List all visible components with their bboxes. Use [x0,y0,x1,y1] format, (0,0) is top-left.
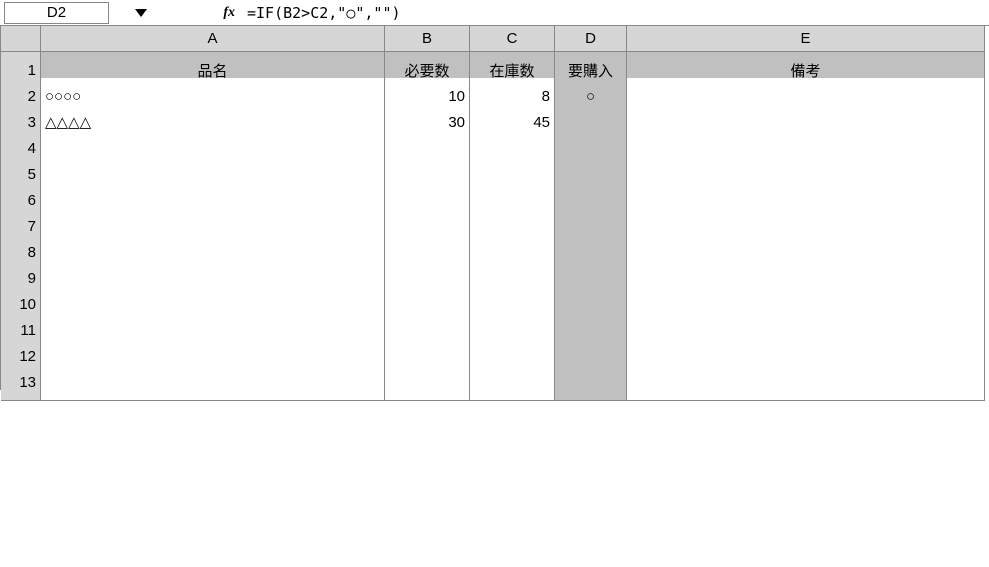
spreadsheet-grid: A B C D E 1 品名 必要数 在庫数 要購入 備考 2 ○○○○ 10 … [0,26,989,390]
cell-C13[interactable] [470,364,555,401]
col-head-A[interactable]: A [41,26,385,52]
col-head-E[interactable]: E [627,26,985,52]
name-box[interactable]: D2 [4,2,109,24]
chevron-down-icon [135,9,147,17]
row-head-13[interactable]: 13 [1,364,41,401]
select-all-corner[interactable] [1,26,41,52]
formula-input[interactable] [243,2,989,24]
cell-E13[interactable] [627,364,985,401]
name-box-dropdown[interactable] [113,2,168,24]
col-head-D[interactable]: D [555,26,627,52]
formula-bar: D2 fx [0,0,989,26]
col-head-B[interactable]: B [385,26,470,52]
cell-D13[interactable] [555,364,627,401]
cell-B13[interactable] [385,364,470,401]
cell-A13[interactable] [41,364,385,401]
fx-icon[interactable]: fx [188,5,243,21]
col-head-C[interactable]: C [470,26,555,52]
